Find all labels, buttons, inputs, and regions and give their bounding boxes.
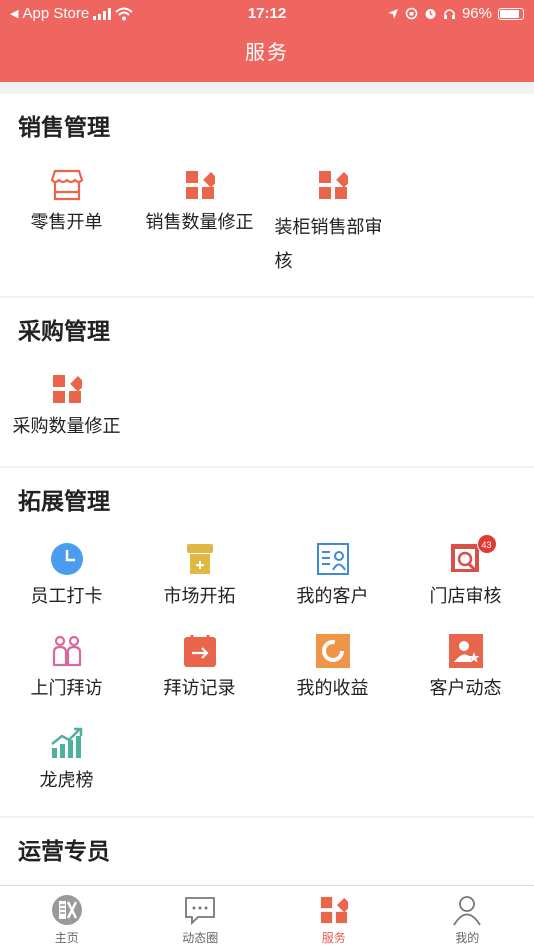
alarm-icon: [425, 9, 436, 19]
item-label: 零售开单: [30, 212, 103, 232]
grid-diamond-icon: [316, 168, 350, 202]
tab-bar: 主页 动态圈 服务 我的: [0, 885, 534, 950]
tab-mine[interactable]: 我的: [401, 886, 534, 950]
item-label: 上门拜访: [30, 678, 103, 698]
clock-icon: [50, 542, 84, 576]
item-label: 装柜销售部审核: [274, 217, 383, 271]
store-review-icon: 43: [449, 534, 497, 576]
battery-percent: 96%: [461, 5, 492, 22]
page-title: 服务: [245, 42, 289, 64]
customer-star-icon: [448, 634, 483, 668]
tab-home[interactable]: 主页: [0, 886, 134, 950]
tab-service[interactable]: 服务: [267, 886, 401, 950]
tab-label: 我的: [455, 931, 480, 945]
chat-icon: [184, 894, 216, 926]
service-content: 销售管理 零售开单 销售数量修正 装柜销售部审核 采购管理 采购数量修正 拓展管…: [0, 94, 534, 890]
item-my-earnings[interactable]: 我的收益: [266, 622, 399, 714]
item-label: 龙虎榜: [39, 770, 94, 790]
lock-rotation-icon: [405, 7, 418, 20]
item-store-review[interactable]: 43 门店审核: [399, 530, 532, 622]
section-title-operations: 运营专员: [18, 838, 110, 864]
store-icon: [50, 168, 84, 202]
earnings-icon: [315, 634, 350, 668]
battery-icon: [498, 7, 524, 20]
tab-moments[interactable]: 动态圈: [134, 886, 268, 950]
item-label: 拜访记录: [163, 678, 236, 698]
home-icon: [51, 894, 83, 926]
user-icon: [451, 894, 483, 926]
grid-diamond-icon: [50, 372, 84, 406]
grid-diamond-icon: [183, 168, 217, 202]
section-sales: 销售管理 零售开单 销售数量修正 装柜销售部审核: [0, 94, 534, 296]
item-cabinet-sales-review[interactable]: 装柜销售部审核: [266, 156, 399, 292]
section-title-expansion: 拓展管理: [18, 488, 110, 514]
tab-label: 服务: [321, 931, 346, 945]
status-right: 96%: [387, 5, 524, 22]
item-staff-clock-in[interactable]: 员工打卡: [0, 530, 133, 622]
service-grid-icon: [318, 894, 350, 926]
expansion-grid: 员工打卡 市场开拓 我的客户 43 门店审核 上门拜访 拜访记录 我的收益 客户…: [0, 530, 534, 806]
section-purchase: 采购管理 采购数量修正: [0, 298, 534, 466]
item-label: 门店审核: [429, 586, 502, 606]
item-market-expansion[interactable]: 市场开拓: [133, 530, 266, 622]
item-my-customers[interactable]: 我的客户: [266, 530, 399, 622]
calendar-arrow-icon: [183, 634, 217, 668]
sales-grid: 零售开单 销售数量修正 装柜销售部审核: [0, 156, 534, 292]
item-purchase-qty-fix[interactable]: 采购数量修正: [0, 360, 133, 452]
item-door-visit[interactable]: 上门拜访: [0, 622, 133, 714]
item-label: 市场开拓: [163, 586, 236, 606]
customer-card-icon: [316, 542, 350, 576]
nav-bar: 服务: [0, 28, 534, 82]
trend-chart-icon: [50, 726, 84, 760]
item-sales-qty-fix[interactable]: 销售数量修正: [133, 156, 266, 248]
section-title-purchase: 采购管理: [18, 318, 110, 344]
item-label: 销售数量修正: [145, 212, 254, 232]
item-label: 我的客户: [296, 586, 369, 606]
item-retail-order[interactable]: 零售开单: [0, 156, 133, 248]
item-label: 员工打卡: [30, 586, 103, 606]
item-visit-records[interactable]: 拜访记录: [133, 622, 266, 714]
section-expansion: 拓展管理 员工打卡 市场开拓 我的客户 43 门店审核 上门拜访 拜访记录 我的…: [0, 468, 534, 816]
review-count-badge: 43: [476, 534, 497, 554]
tab-label: 主页: [54, 931, 79, 945]
item-label: 采购数量修正: [12, 416, 121, 436]
tab-label: 动态圈: [182, 931, 219, 945]
location-icon: [387, 8, 398, 19]
headphones-icon: [443, 9, 455, 19]
purchase-grid: 采购数量修正: [0, 360, 534, 452]
status-bar: ◀ App Store 17:12 96%: [0, 0, 534, 28]
item-label: 客户动态: [429, 678, 502, 698]
section-operations: 运营专员: [0, 818, 534, 888]
market-icon: [183, 542, 217, 576]
item-customer-dynamics[interactable]: 客户动态: [399, 622, 532, 714]
section-title-sales: 销售管理: [18, 114, 110, 140]
item-leaderboard[interactable]: 龙虎榜: [0, 714, 133, 806]
visit-people-icon: [50, 634, 84, 668]
item-label: 我的收益: [296, 678, 369, 698]
